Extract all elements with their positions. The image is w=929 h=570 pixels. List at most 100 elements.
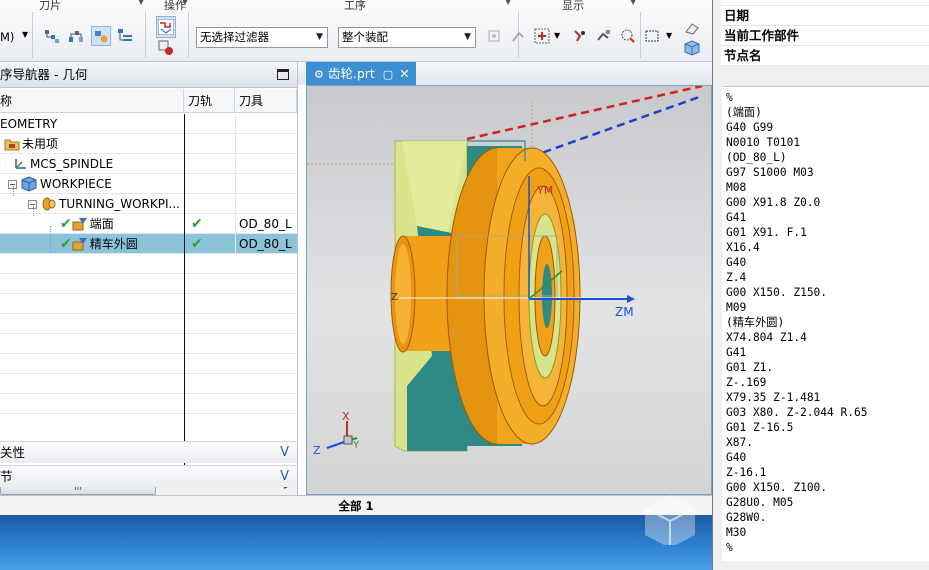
method-view-button[interactable] bbox=[115, 26, 135, 46]
check-icon: ✔ bbox=[60, 216, 72, 232]
select-add-button[interactable] bbox=[532, 26, 552, 46]
operation-navigator: 序导航器 - 几何 称 刀轨 刀具 EOMETRY 未用项 MCS_SPINDL… bbox=[0, 62, 298, 496]
empty-row bbox=[0, 274, 297, 294]
select-curve-button[interactable] bbox=[618, 26, 638, 46]
graphics-viewport[interactable]: ZM YM Z X Z Y bbox=[306, 85, 712, 495]
nc-code-line: Z.4 bbox=[726, 271, 747, 284]
tree-label: TURNING_WORKPI... bbox=[59, 197, 180, 211]
info-row-work-part: 当前工作部件 bbox=[721, 26, 929, 46]
quick-pick-button[interactable] bbox=[508, 26, 528, 46]
tree-row-unused-items[interactable]: 未用项 bbox=[0, 134, 297, 154]
ym-axis-label: YM bbox=[536, 184, 553, 197]
column-header-tool[interactable]: 刀具 bbox=[235, 89, 297, 113]
nc-code-line: X74.804 Z1.4 bbox=[726, 331, 807, 344]
close-icon[interactable]: ✕ bbox=[399, 66, 409, 81]
coordinate-system-icon bbox=[15, 159, 26, 169]
tree-row-workpiece[interactable]: − WORKPIECE bbox=[0, 174, 297, 194]
nc-code-line: G01 Z1. bbox=[726, 361, 774, 374]
empty-row bbox=[0, 394, 297, 414]
tool-cell: OD_80_L bbox=[235, 234, 297, 254]
info-row-date: 日期 bbox=[721, 6, 929, 26]
selection-filter-combo[interactable]: 无选择过滤器 ▼ bbox=[196, 27, 328, 48]
section-label: 关性 bbox=[0, 445, 26, 460]
cut-method-dropdown-icon[interactable]: ▼ bbox=[22, 30, 28, 39]
group-display-dropdown-icon[interactable]: ▼ bbox=[630, 0, 636, 6]
tree-row-geometry[interactable]: EOMETRY bbox=[0, 114, 297, 134]
cube-icon bbox=[684, 40, 700, 56]
turning-operation-icon bbox=[72, 238, 87, 251]
tree-row-mcs-spindle[interactable]: MCS_SPINDLE bbox=[0, 154, 297, 174]
tool-cell bbox=[235, 194, 297, 214]
snap-point-button[interactable] bbox=[484, 26, 504, 46]
follow-path-icon bbox=[574, 30, 585, 42]
part-model-view[interactable]: ZM YM Z X Z Y bbox=[307, 86, 712, 495]
group-label-operation: 操作 bbox=[164, 0, 186, 12]
program-order-icon bbox=[45, 30, 59, 43]
geometry-view-button[interactable] bbox=[91, 26, 111, 46]
toolpath-cell bbox=[184, 174, 235, 194]
main-toolbar: 刀片 ▼ 操作 ▼ 工序 ▼ 显示 ▼ M) ▼ 无选择过滤器 ▼ 整个装配 ▼ bbox=[0, 0, 712, 62]
box-select-dropdown-icon[interactable]: ▼ bbox=[666, 31, 672, 40]
toolpath-status-icon: ✔ bbox=[191, 236, 203, 252]
eraser-button[interactable] bbox=[682, 18, 702, 38]
tool-cell bbox=[235, 174, 297, 194]
nc-code-line: X87. bbox=[726, 436, 753, 449]
machine-tool-view-button[interactable] bbox=[66, 26, 86, 46]
tree-row-turning-workpiece[interactable]: − TURNING_WORKPI... bbox=[0, 194, 297, 214]
tool-cell bbox=[235, 134, 297, 154]
nc-code-line: G00 X150. Z100. bbox=[726, 481, 828, 494]
z-axis-end-label: Z bbox=[391, 292, 398, 303]
section-dependencies[interactable]: 关性 V bbox=[0, 441, 297, 463]
box-select-button[interactable] bbox=[642, 26, 662, 46]
tree-row-operation-face[interactable]: ✔ 端面 ✔ OD_80_L bbox=[0, 214, 297, 234]
nc-code-line: X79.35 Z-1.481 bbox=[726, 391, 821, 404]
nc-code-line: Z-16.1 bbox=[726, 466, 767, 479]
group-tool-dropdown-icon[interactable]: ▼ bbox=[138, 0, 144, 6]
info-row-node-name: 节点名 bbox=[721, 46, 929, 66]
tree-connector bbox=[50, 226, 51, 252]
navigator-title: 序导航器 - 几何 bbox=[0, 67, 88, 82]
watermark-cube-icon bbox=[644, 495, 696, 545]
trace-button[interactable] bbox=[594, 26, 614, 46]
tree-label: MCS_SPINDLE bbox=[30, 157, 114, 171]
follow-path-button[interactable] bbox=[570, 26, 590, 46]
nc-code-line: G40 bbox=[726, 451, 747, 464]
group-operation-dropdown-icon[interactable]: ▼ bbox=[182, 0, 188, 6]
eraser-icon bbox=[685, 23, 699, 35]
column-header-toolpath[interactable]: 刀轨 bbox=[184, 89, 235, 113]
tree-row-operation-finish-od[interactable]: ✔ 精车外圆 ✔ OD_80_L bbox=[0, 234, 297, 254]
nc-code-listing[interactable]: % (端面) G40 G99 N0010 T0101 (OD_80_L) G97 S100… bbox=[722, 86, 929, 561]
section-label: 节 bbox=[0, 469, 13, 484]
information-window: 日期 当前工作部件 节点名 % (端面) G40 G99 N0010 T0101 (OD… bbox=[712, 0, 929, 570]
shaded-view-button[interactable] bbox=[682, 38, 702, 58]
generate-toolpath-button[interactable] bbox=[156, 16, 176, 38]
select-add-dropdown-icon[interactable]: ▼ bbox=[554, 31, 560, 40]
toolpath-cell bbox=[184, 194, 235, 214]
document-icon: ▢ bbox=[382, 68, 394, 81]
check-icon: ✔ bbox=[60, 236, 72, 252]
zm-axis-arrow bbox=[627, 295, 635, 303]
toolbar-separator bbox=[640, 12, 641, 58]
tree-connector bbox=[13, 186, 14, 196]
nc-code-line: X16.4 bbox=[726, 241, 760, 254]
nc-code-line: G40 G99 bbox=[726, 121, 774, 134]
empty-row bbox=[0, 374, 297, 394]
toolpath-rapid-red bbox=[466, 86, 703, 141]
nc-code-line: G01 X91. F.1 bbox=[726, 226, 807, 239]
postprocess-icon bbox=[158, 40, 173, 55]
maximize-icon[interactable] bbox=[277, 69, 289, 80]
group-process-dropdown-icon[interactable]: ▼ bbox=[505, 0, 511, 6]
column-header-name[interactable]: 称 bbox=[0, 89, 184, 113]
postprocess-button[interactable] bbox=[156, 38, 176, 58]
cut-method-label[interactable]: M) bbox=[0, 30, 14, 44]
assembly-scope-combo[interactable]: 整个装配 ▼ bbox=[338, 27, 476, 48]
section-details[interactable]: 节 V bbox=[0, 465, 297, 487]
toolpath-cell bbox=[184, 134, 235, 154]
status-bar: 全部 1 bbox=[0, 495, 712, 515]
empty-row bbox=[0, 334, 297, 354]
trace-icon bbox=[597, 30, 610, 41]
tab-part-file[interactable]: ⚙ 齿轮.prt ▢ ✕ bbox=[306, 62, 416, 85]
tree-connector bbox=[33, 206, 34, 216]
program-order-view-button[interactable] bbox=[42, 26, 62, 46]
navigator-titlebar: 序导航器 - 几何 bbox=[0, 62, 297, 88]
